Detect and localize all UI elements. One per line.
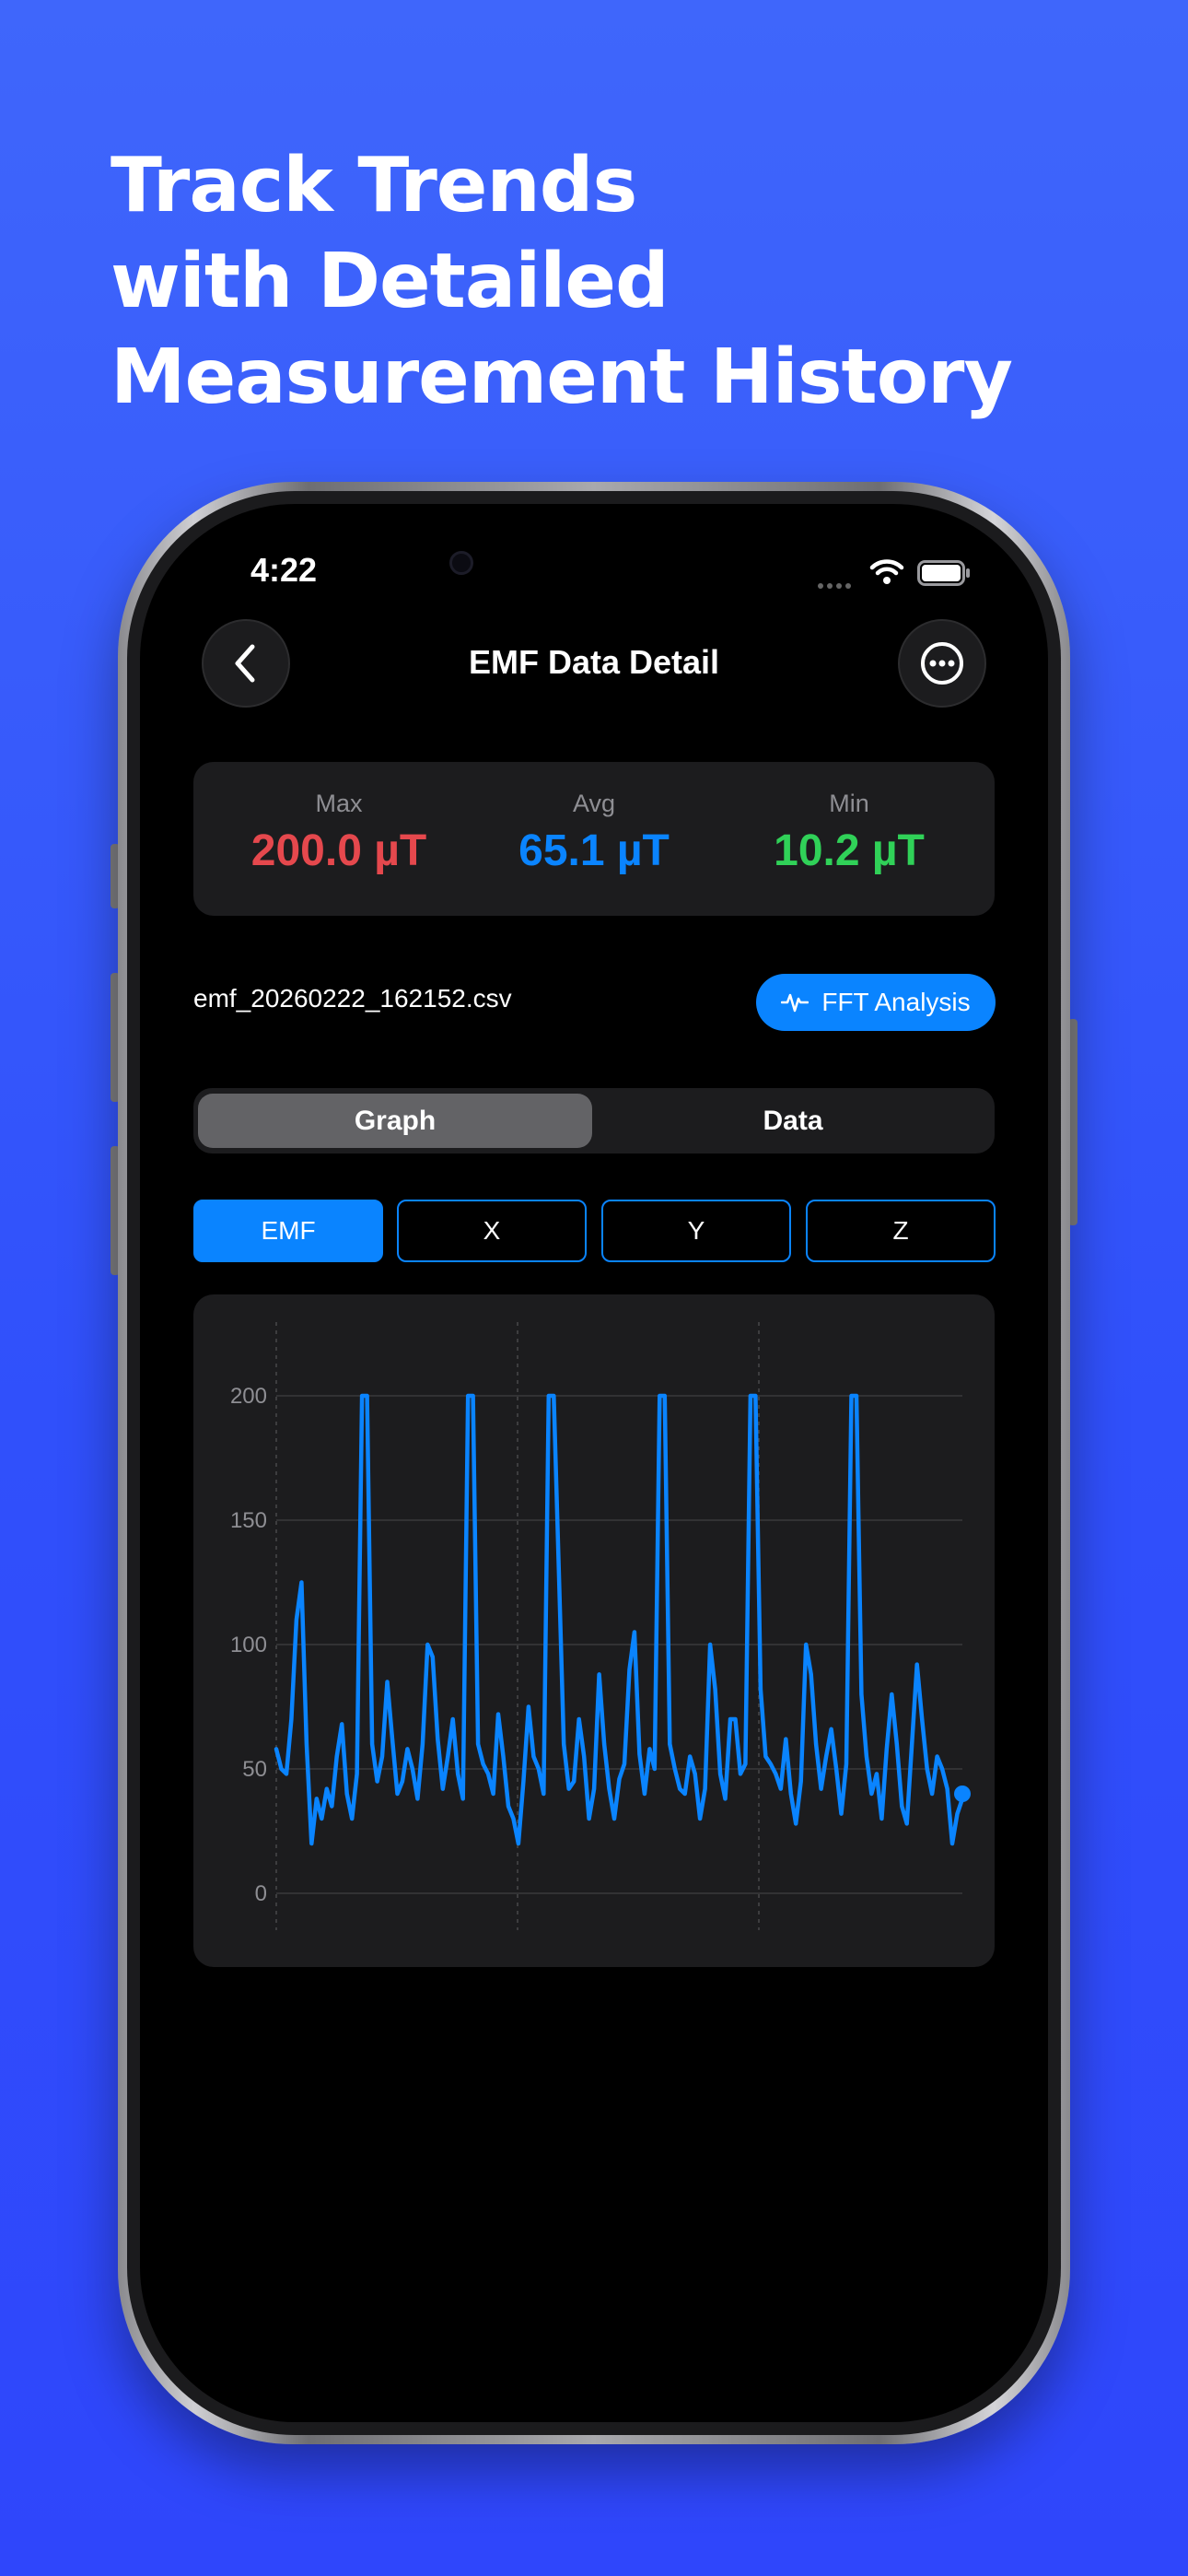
stats-card: Max 200.0 µT Avg 65.1 µT Min 10.2 µT bbox=[193, 762, 995, 916]
axis-y-button[interactable]: Y bbox=[601, 1200, 791, 1262]
stat-avg-value: 65.1 µT bbox=[518, 826, 670, 875]
stat-max: Max 200.0 µT bbox=[205, 790, 472, 876]
headline-line-2: with Detailed bbox=[111, 238, 670, 325]
y-tick-label: 0 bbox=[255, 1881, 267, 1906]
stat-min: Min 10.2 µT bbox=[716, 790, 983, 876]
chevron-left-icon bbox=[235, 644, 255, 683]
emf-line-chart: 0 50 100 150 200 bbox=[230, 1322, 971, 1930]
more-options-button[interactable] bbox=[898, 619, 986, 708]
marketing-headline: Track Trends with Detailed Measurement H… bbox=[111, 138, 1124, 426]
fft-analysis-button[interactable]: FFT Analysis bbox=[756, 974, 996, 1031]
axis-x-button[interactable]: X bbox=[397, 1200, 587, 1262]
stat-min-value: 10.2 µT bbox=[774, 826, 925, 875]
axis-emf-button[interactable]: EMF bbox=[193, 1200, 383, 1262]
stat-max-value: 200.0 µT bbox=[250, 826, 427, 875]
file-name: emf_20260222_162152.csv bbox=[193, 984, 512, 1013]
front-camera bbox=[449, 551, 473, 575]
axis-z-button[interactable]: Z bbox=[806, 1200, 996, 1262]
stat-min-label: Min bbox=[829, 790, 869, 817]
page-title: EMF Data Detail bbox=[468, 643, 720, 681]
back-button[interactable] bbox=[202, 619, 290, 708]
battery-icon bbox=[917, 560, 970, 586]
stat-avg: Avg 65.1 µT bbox=[460, 790, 728, 876]
y-tick-label: 100 bbox=[230, 1633, 267, 1657]
current-value-marker bbox=[954, 1786, 971, 1802]
ellipsis-circle-icon bbox=[921, 642, 963, 685]
stat-max-label: Max bbox=[315, 790, 363, 817]
headline-line-3: Measurement History bbox=[111, 334, 1013, 421]
series-line bbox=[274, 1393, 965, 1846]
segment-data[interactable]: Data bbox=[596, 1094, 990, 1148]
y-tick-label: 200 bbox=[230, 1384, 267, 1409]
y-tick-label: 50 bbox=[242, 1757, 267, 1782]
fft-analysis-label: FFT Analysis bbox=[821, 988, 971, 1016]
emf-chart-card: 0 50 100 150 200 bbox=[193, 1294, 995, 1967]
wifi-icon bbox=[869, 559, 904, 584]
view-segmented-control: Graph Data bbox=[193, 1088, 995, 1153]
waveform-icon bbox=[781, 993, 809, 1013]
headline-line-1: Track Trends bbox=[111, 142, 637, 229]
status-time: 4:22 bbox=[250, 551, 318, 589]
stat-avg-label: Avg bbox=[572, 790, 616, 817]
y-tick-label: 150 bbox=[230, 1508, 267, 1533]
signal-icon bbox=[818, 577, 856, 589]
segment-graph[interactable]: Graph bbox=[198, 1094, 592, 1148]
